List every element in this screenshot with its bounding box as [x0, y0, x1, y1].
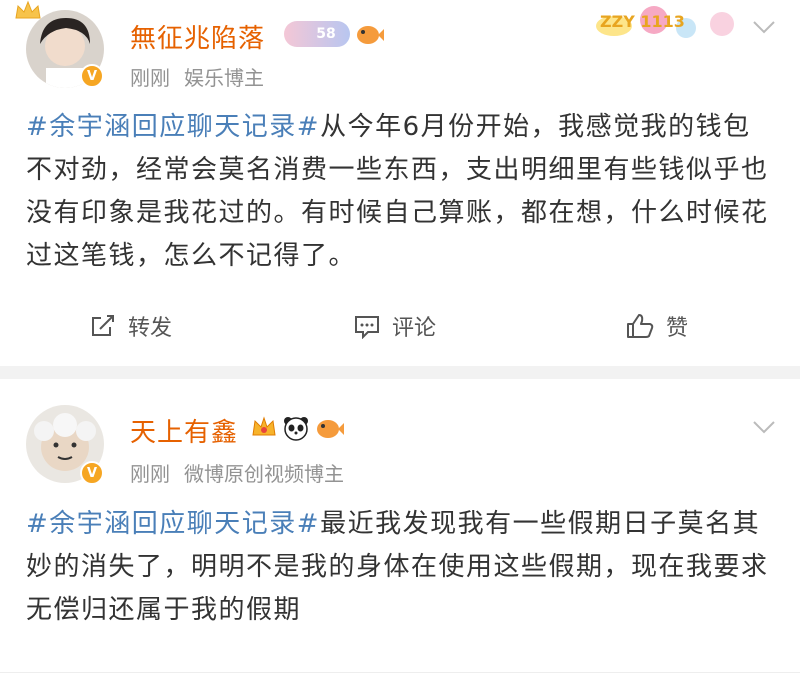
post-meta: 刚刚 娱乐博主: [130, 62, 264, 91]
post-time: 刚刚: [130, 462, 170, 486]
repost-label: 转发: [128, 316, 173, 341]
post-separator: [0, 366, 800, 379]
comment-icon: [355, 316, 379, 339]
chevron-down-icon[interactable]: [752, 20, 776, 34]
like-label: 赞: [666, 316, 689, 341]
pufferfish-icon: [357, 26, 384, 44]
post-time: 刚刚: [130, 66, 170, 90]
post-meta: 刚刚 微博原创视频博主: [130, 458, 344, 487]
repost-button[interactable]: 转发: [90, 310, 172, 342]
username[interactable]: 天上有鑫: [130, 412, 238, 449]
verified-badge-icon: V: [80, 64, 104, 88]
verified-badge-icon: V: [80, 461, 104, 485]
pufferfish-icon: [317, 420, 344, 438]
user-badges: 58: [284, 21, 384, 47]
like-button[interactable]: 赞: [626, 310, 688, 342]
chevron-down-icon[interactable]: [752, 420, 776, 434]
repost-icon: [92, 315, 114, 336]
post-content: #余宇涵回应聊天记录#从今年6月份开始，我感觉我的钱包不对劲，经常会莫名消费一些…: [26, 106, 774, 278]
weibo-post-1: V 無征兆陷落 58 刚刚 娱乐博主 ZZY 1113 #余宇涵回应聊天记录#从今…: [0, 0, 800, 366]
hashtag-link[interactable]: #余宇涵回应聊天记录#: [26, 112, 320, 142]
vip-crown-icon: [252, 416, 276, 436]
comment-button[interactable]: 评论: [354, 310, 436, 342]
post-content: #余宇涵回应聊天记录#最近我发现我有一些假期日子莫名其妙的消失了，明明不是我的身…: [26, 503, 774, 632]
weibo-post-2: V 天上有鑫 刚刚 微博原创视频博主 #余宇涵回应聊天记录#最近我发现我有一些假期…: [0, 379, 800, 673]
action-bar: 转发 评论 赞: [0, 310, 800, 354]
hashtag-link[interactable]: #余宇涵回应聊天记录#: [26, 509, 320, 539]
user-source: 微博原创视频博主: [184, 462, 344, 486]
level-badge-icon: 58: [284, 21, 350, 47]
user-badges: [250, 415, 344, 441]
comment-label: 评论: [392, 316, 437, 341]
user-source: 娱乐博主: [184, 66, 264, 90]
panda-icon: [284, 417, 308, 441]
decoration-card: ZZY 1113: [594, 2, 740, 42]
decoration-text: ZZY 1113: [600, 12, 685, 31]
crown-icon: [14, 0, 42, 26]
like-icon: [627, 314, 654, 338]
username[interactable]: 無征兆陷落: [130, 18, 265, 55]
